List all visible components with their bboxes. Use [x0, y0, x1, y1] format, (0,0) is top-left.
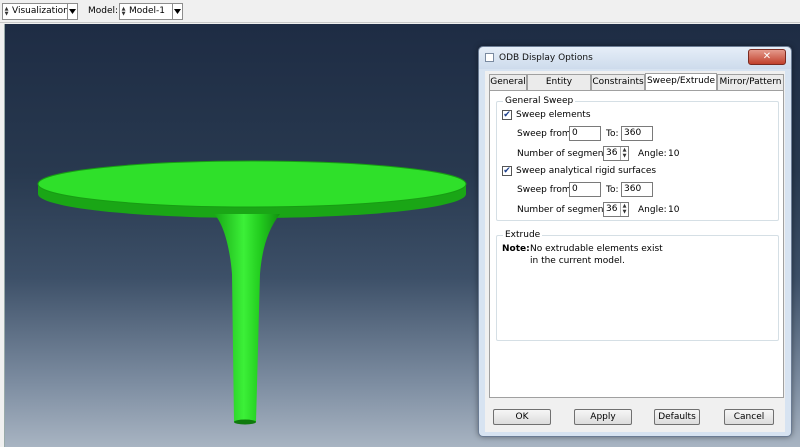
note-label: Note:: [502, 244, 530, 254]
sweep-from-input[interactable]: 0: [569, 126, 601, 141]
stem-base: [234, 420, 256, 425]
tab-mirror-pattern[interactable]: Mirror/Pattern: [717, 74, 784, 91]
sweep-rigid-checkbox[interactable]: ✔: [502, 166, 512, 176]
chevron-down-icon[interactable]: [67, 4, 77, 19]
viewport-left-edge: [0, 24, 5, 447]
model-label: Model:: [88, 6, 118, 16]
note-line-1: No extrudable elements exist: [530, 244, 663, 254]
segments-label: Number of segments:: [517, 149, 615, 159]
rigid-angle-value: 10: [668, 205, 679, 215]
module-combo[interactable]: ▲▼ Visualization: [2, 3, 78, 20]
close-button[interactable]: ✕: [748, 49, 786, 65]
extrude-title: Extrude: [503, 230, 542, 240]
sweep-to-input[interactable]: 360: [621, 126, 653, 141]
angle-label: Angle:: [638, 149, 667, 159]
rigid-segments-spinner[interactable]: 36 ▲▼: [603, 202, 629, 217]
spin-arrows-icon[interactable]: ▲▼: [120, 4, 127, 19]
model-combo[interactable]: ▲▼ Model-1: [119, 3, 183, 20]
dialog-titlebar[interactable]: ODB Display Options ✕: [479, 47, 791, 69]
rigid-segments-value: 36: [606, 204, 617, 214]
defaults-button[interactable]: Defaults: [654, 409, 700, 425]
cancel-button[interactable]: Cancel: [724, 409, 774, 425]
tab-entity-display[interactable]: Entity Display: [527, 74, 591, 91]
tab-general[interactable]: General: [489, 74, 527, 91]
general-sweep-title: General Sweep: [503, 96, 575, 106]
segments-value: 36: [606, 148, 617, 158]
note-line-2: in the current model.: [530, 256, 625, 266]
context-toolbar: ▲▼ Visualization Model: ▲▼ Model-1: [0, 0, 800, 23]
sweep-to-label: To:: [606, 129, 619, 139]
model-value: Model-1: [129, 6, 165, 16]
dialog-body: General Entity Display Constraints Sweep…: [485, 71, 785, 432]
sweep-from-label: Sweep from:: [517, 129, 574, 139]
spin-arrows-icon[interactable]: ▲▼: [620, 203, 628, 216]
rigid-sweep-from-input[interactable]: 0: [569, 182, 601, 197]
sweep-elements-checkbox[interactable]: ✔: [502, 110, 512, 120]
rigid-sweep-from-label: Sweep from:: [517, 185, 574, 195]
dialog-title: ODB Display Options: [499, 53, 593, 63]
chevron-down-icon[interactable]: [172, 4, 182, 19]
extrude-group: Extrude Note: No extrudable elements exi…: [496, 235, 779, 341]
rigid-sweep-to-input[interactable]: 360: [621, 182, 653, 197]
module-value: Visualization: [12, 6, 69, 16]
sweep-extrude-panel: General Sweep ✔ Sweep elements Sweep fro…: [489, 90, 784, 398]
rigid-segments-label: Number of segments:: [517, 205, 615, 215]
disc-top: [38, 161, 466, 207]
rigid-sweep-to-label: To:: [606, 185, 619, 195]
model-stem: [214, 214, 280, 422]
rigid-angle-label: Angle:: [638, 205, 667, 215]
general-sweep-group: General Sweep ✔ Sweep elements Sweep fro…: [496, 101, 779, 221]
tab-constraints[interactable]: Constraints: [591, 74, 645, 91]
ok-button[interactable]: OK: [493, 409, 551, 425]
odb-display-options-dialog: ODB Display Options ✕ General Entity Dis…: [478, 46, 792, 437]
spin-arrows-icon[interactable]: ▲▼: [3, 4, 10, 19]
angle-value: 10: [668, 149, 679, 159]
apply-button[interactable]: Apply: [574, 409, 632, 425]
spin-arrows-icon[interactable]: ▲▼: [620, 147, 628, 160]
sweep-elements-label: Sweep elements: [516, 110, 591, 120]
sweep-rigid-label: Sweep analytical rigid surfaces: [516, 166, 656, 176]
window-icon: [485, 53, 494, 62]
segments-spinner[interactable]: 36 ▲▼: [603, 146, 629, 161]
